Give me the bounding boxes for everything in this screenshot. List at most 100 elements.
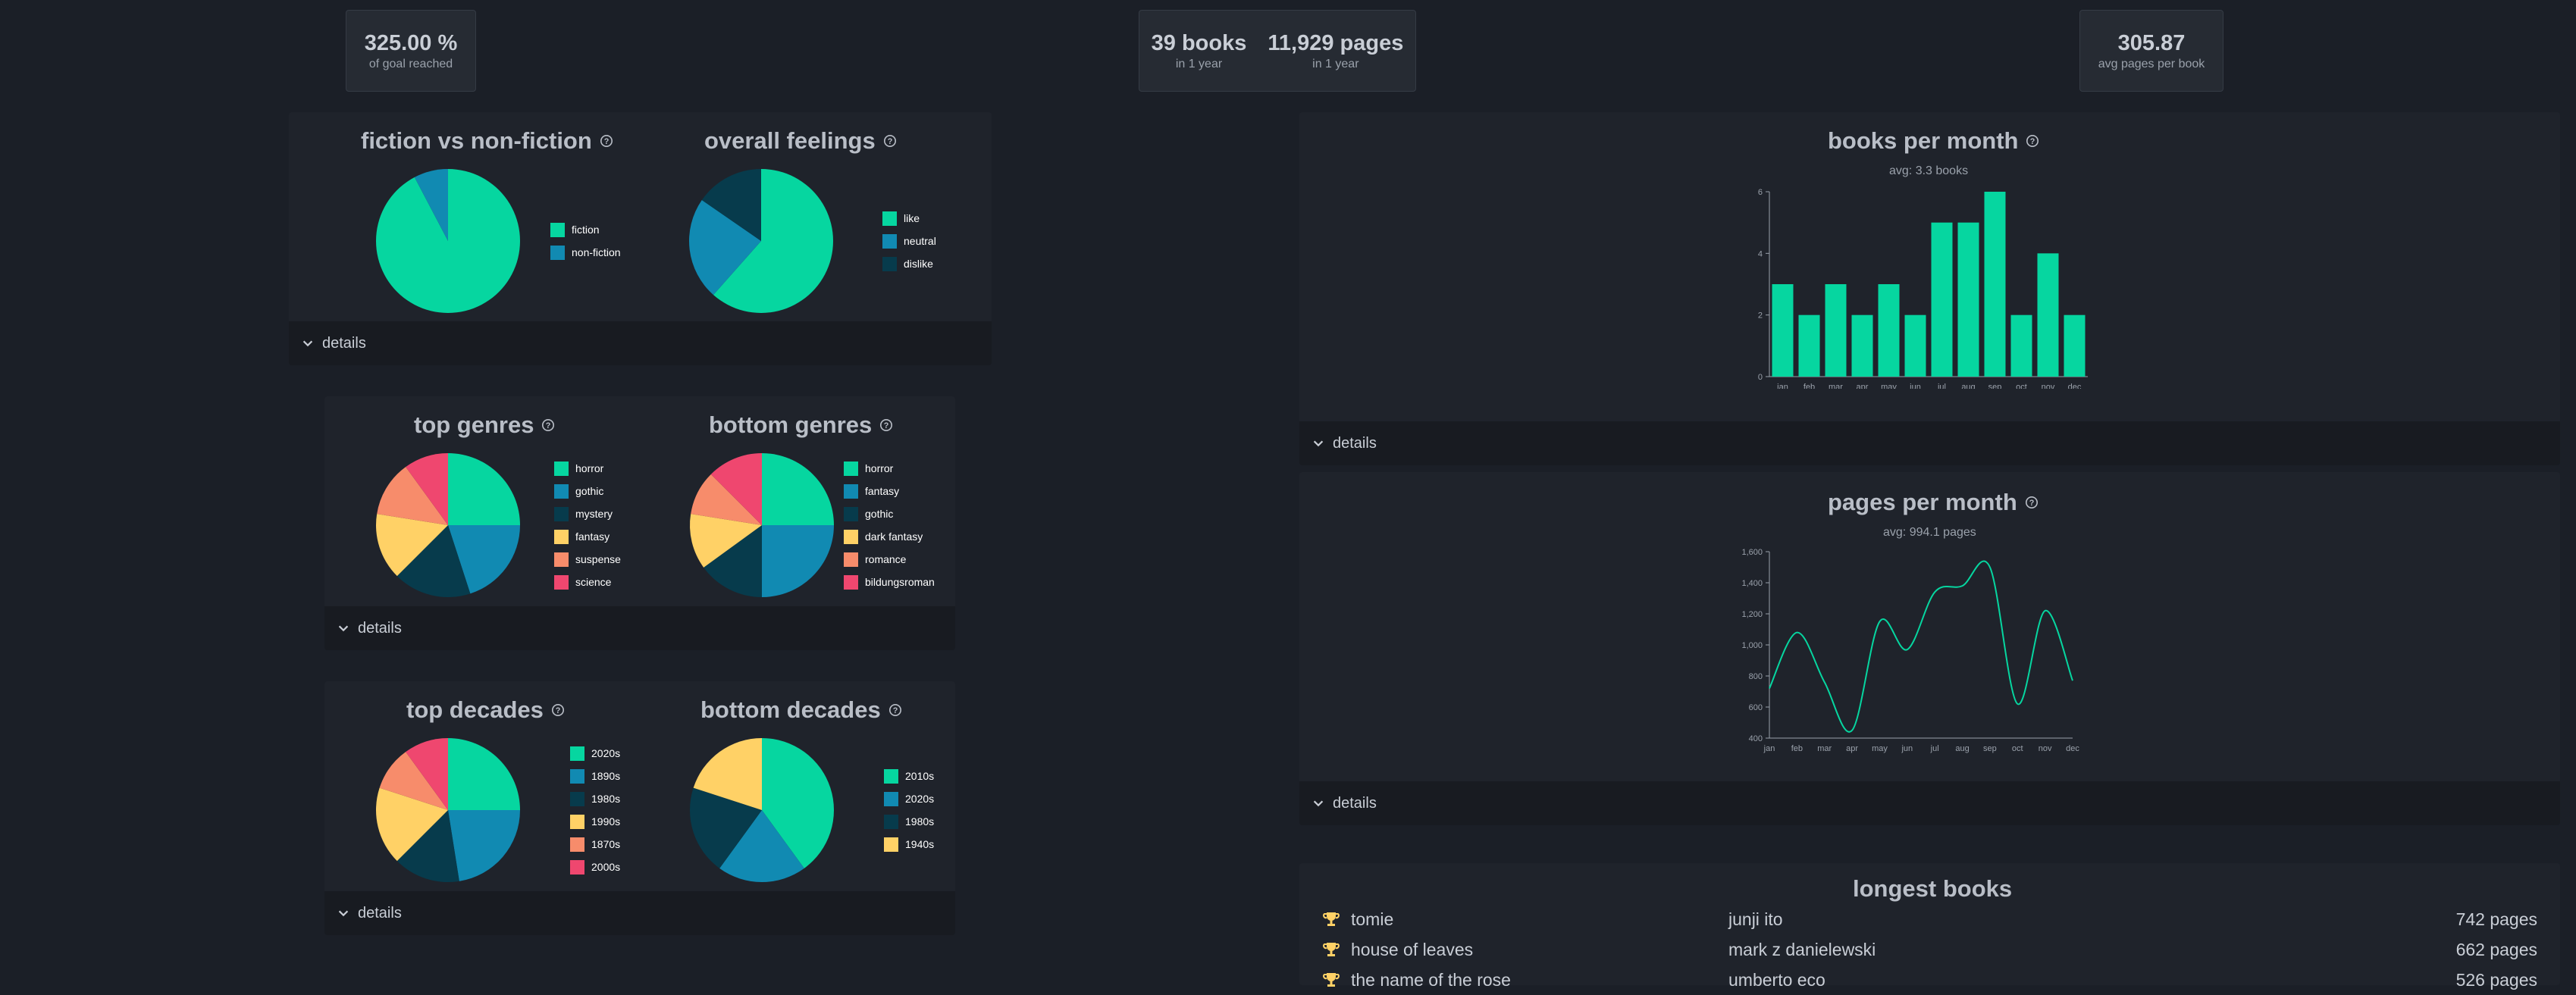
- bar-nov[interactable]: [2038, 253, 2059, 377]
- legend-item[interactable]: 1990s: [570, 810, 620, 833]
- longest-book-row[interactable]: house of leavesmark z danielewski662 pag…: [1299, 934, 2560, 965]
- help-icon[interactable]: ?: [541, 418, 555, 432]
- legend-item[interactable]: horror: [554, 457, 621, 480]
- legend-item[interactable]: dislike: [882, 252, 936, 275]
- legend-item[interactable]: gothic: [554, 480, 621, 502]
- svg-text:?: ?: [892, 706, 898, 715]
- legend-item[interactable]: fantasy: [554, 525, 621, 548]
- details-toggle[interactable]: details: [324, 606, 955, 650]
- bar-jan[interactable]: [1772, 284, 1794, 377]
- legend-label: fantasy: [865, 485, 899, 497]
- legend-label: horror: [575, 462, 603, 474]
- y-tick-label: 0: [1758, 373, 1763, 382]
- pie-slice-2020s[interactable]: [448, 738, 520, 810]
- pie-slice-horror[interactable]: [762, 453, 834, 525]
- top-genres-title-text: top genres: [414, 411, 534, 439]
- pie-slice-horror[interactable]: [448, 453, 520, 525]
- pages-per-month-avg: avg: 994.1 pages: [1883, 526, 1976, 540]
- legend-item[interactable]: 2020s: [884, 787, 934, 810]
- help-icon[interactable]: ?: [551, 703, 565, 717]
- book-pages: 742 pages: [2456, 909, 2537, 930]
- book-author: junji ito: [1728, 909, 1783, 930]
- legend-item[interactable]: 2020s: [570, 742, 620, 765]
- bar-sep[interactable]: [1985, 192, 2006, 377]
- legend-item[interactable]: neutral: [882, 230, 936, 252]
- bar-aug[interactable]: [1958, 223, 1979, 377]
- legend-item[interactable]: fantasy: [844, 480, 935, 502]
- legend-item[interactable]: romance: [844, 548, 935, 571]
- help-icon[interactable]: ?: [2026, 134, 2039, 148]
- legend-label: 2020s: [905, 793, 934, 805]
- details-label: details: [358, 620, 402, 637]
- legend-label: bildungsroman: [865, 576, 935, 588]
- x-tick-label: dec: [2066, 744, 2079, 753]
- x-tick-label: mar: [1817, 744, 1832, 753]
- legend-item[interactable]: horror: [844, 457, 935, 480]
- book-title: tomie: [1351, 909, 1393, 930]
- legend-item[interactable]: non-fiction: [550, 241, 621, 264]
- legend-item[interactable]: mystery: [554, 502, 621, 525]
- legend-item[interactable]: 1870s: [570, 833, 620, 856]
- legend-item[interactable]: bildungsroman: [844, 571, 935, 593]
- longest-book-row[interactable]: the name of the roseumberto eco526 pages: [1299, 965, 2560, 995]
- legend-swatch: [570, 769, 584, 784]
- help-icon[interactable]: ?: [2025, 496, 2039, 509]
- details-label: details: [358, 905, 402, 922]
- books-per-month-avg: avg: 3.3 books: [1889, 164, 1968, 178]
- help-icon[interactable]: ?: [888, 703, 902, 717]
- pie-slice-1890s[interactable]: [448, 810, 520, 881]
- bar-oct[interactable]: [2011, 315, 2032, 377]
- legend-item[interactable]: like: [882, 207, 936, 230]
- chevron-down-icon: [301, 336, 315, 350]
- details-toggle[interactable]: details: [324, 891, 955, 935]
- legend-swatch: [570, 837, 584, 852]
- legend-swatch: [570, 746, 584, 761]
- bar-jun[interactable]: [1905, 315, 1926, 377]
- y-tick-label: 1,000: [1741, 641, 1763, 650]
- bar-feb[interactable]: [1799, 315, 1820, 377]
- legend-swatch: [570, 815, 584, 829]
- y-tick-label: 2: [1758, 311, 1763, 321]
- chevron-down-icon: [337, 906, 350, 920]
- details-toggle[interactable]: details: [289, 321, 992, 365]
- help-icon[interactable]: ?: [879, 418, 893, 432]
- legend-swatch: [550, 223, 565, 237]
- bottom-decades-legend: 2010s 2020s 1980s1940s: [884, 765, 934, 856]
- legend-item[interactable]: 2000s: [570, 856, 620, 878]
- bar-may[interactable]: [1879, 284, 1900, 377]
- bar-jul[interactable]: [1932, 223, 1953, 377]
- legend-item[interactable]: fiction: [550, 218, 621, 241]
- x-tick-label: nov: [2042, 383, 2055, 389]
- details-toggle[interactable]: details: [1299, 781, 2560, 825]
- details-toggle[interactable]: details: [1299, 421, 2560, 465]
- legend-item[interactable]: 1940s: [884, 833, 934, 856]
- decades-panel: top decades ? 2020s1890s1980s1990s1870s2…: [324, 681, 955, 935]
- bar-apr[interactable]: [1852, 315, 1873, 377]
- help-icon[interactable]: ?: [600, 134, 613, 148]
- x-tick-label: feb: [1804, 383, 1815, 389]
- help-icon[interactable]: ?: [883, 134, 897, 148]
- bar-dec[interactable]: [2064, 315, 2086, 377]
- totals-stat-box: 39 books in 1 year 11,929 pages in 1 yea…: [1139, 10, 1416, 92]
- pages-series-line[interactable]: [1769, 562, 2073, 732]
- legend-item[interactable]: 2010s: [884, 765, 934, 787]
- x-tick-label: sep: [1983, 744, 1997, 753]
- longest-book-row[interactable]: tomie junji ito 742 pages: [1299, 904, 2560, 934]
- legend-item[interactable]: 1890s: [570, 765, 620, 787]
- book-pages: 662 pages: [2456, 940, 2537, 960]
- svg-text:?: ?: [887, 137, 892, 146]
- legend-swatch: [844, 484, 858, 499]
- legend-item[interactable]: gothic: [844, 502, 935, 525]
- pie-slice-fantasy[interactable]: [762, 525, 834, 597]
- legend-item[interactable]: 1980s: [570, 787, 620, 810]
- legend-item[interactable]: suspense: [554, 548, 621, 571]
- legend-item[interactable]: 1980s: [884, 810, 934, 833]
- svg-text:?: ?: [546, 421, 551, 430]
- x-tick-label: jul: [1930, 744, 1939, 753]
- legend-item[interactable]: science: [554, 571, 621, 593]
- goal-label: of goal reached: [369, 58, 453, 71]
- top-decades-pie: [372, 734, 524, 886]
- bar-mar[interactable]: [1825, 284, 1847, 377]
- x-tick-label: aug: [1961, 383, 1975, 389]
- legend-item[interactable]: dark fantasy: [844, 525, 935, 548]
